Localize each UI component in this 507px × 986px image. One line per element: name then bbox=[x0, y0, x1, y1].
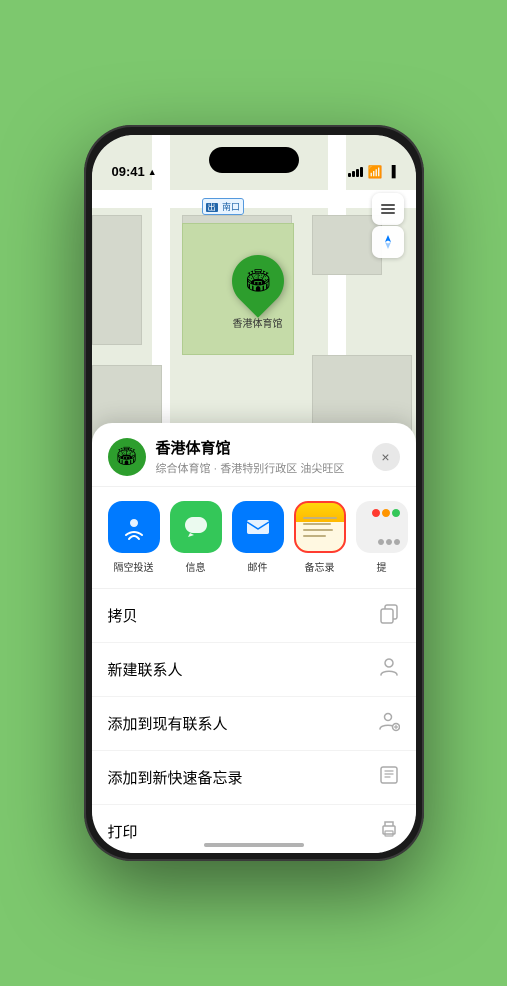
notes-label: 备忘录 bbox=[305, 559, 335, 574]
signal-bars bbox=[348, 167, 363, 177]
time-display: 09:41 bbox=[112, 164, 145, 179]
add-contact-label: 添加到现有联系人 bbox=[108, 713, 378, 734]
location-pin: 🏟 香港体育馆 bbox=[232, 255, 284, 330]
location-header-icon: 🏟 bbox=[108, 438, 146, 476]
battery-icon: ▐ bbox=[388, 166, 396, 178]
location-arrow-icon: ▲ bbox=[148, 167, 157, 177]
layers-button[interactable] bbox=[372, 193, 404, 225]
person-add-icon bbox=[378, 710, 400, 737]
airdrop-label: 隔空投送 bbox=[114, 559, 154, 574]
signal-bar-1 bbox=[348, 173, 351, 177]
action-list: 拷贝 新建联系人 bbox=[92, 589, 416, 853]
share-more[interactable]: 提 bbox=[356, 501, 408, 574]
signal-bar-2 bbox=[352, 171, 355, 177]
signal-bar-3 bbox=[356, 169, 359, 177]
road-horizontal-1 bbox=[92, 190, 416, 208]
messages-label: 信息 bbox=[186, 559, 206, 574]
location-header: 🏟 香港体育馆 综合体育馆 · 香港特别行政区 油尖旺区 × bbox=[92, 423, 416, 487]
mail-icon bbox=[232, 501, 284, 553]
more-icon bbox=[356, 501, 408, 553]
mail-label: 邮件 bbox=[248, 559, 268, 574]
location-info: 香港体育馆 综合体育馆 · 香港特别行政区 油尖旺区 bbox=[156, 437, 372, 476]
pin-inner: 🏟 bbox=[244, 268, 272, 294]
location-subtitle: 综合体育馆 · 香港特别行政区 油尖旺区 bbox=[156, 460, 372, 476]
messages-icon bbox=[170, 501, 222, 553]
status-time: 09:41 ▲ bbox=[112, 164, 157, 179]
more-label: 提 bbox=[377, 559, 387, 574]
airdrop-icon bbox=[108, 501, 160, 553]
share-mail[interactable]: 邮件 bbox=[232, 501, 284, 574]
signal-bar-4 bbox=[360, 167, 363, 177]
location-button[interactable] bbox=[372, 226, 404, 258]
status-icons: 📶 ▐ bbox=[348, 165, 396, 179]
action-new-contact[interactable]: 新建联系人 bbox=[92, 643, 416, 697]
share-row: 隔空投送 信息 bbox=[92, 487, 416, 589]
close-button[interactable]: × bbox=[372, 443, 400, 471]
phone-frame: 09:41 ▲ 📶 ▐ bbox=[84, 125, 424, 861]
print-icon bbox=[378, 818, 400, 845]
action-copy[interactable]: 拷贝 bbox=[92, 589, 416, 643]
location-name: 香港体育馆 bbox=[156, 437, 372, 458]
note-icon bbox=[378, 764, 400, 791]
copy-label: 拷贝 bbox=[108, 605, 378, 626]
share-airdrop[interactable]: 隔空投送 bbox=[108, 501, 160, 574]
quick-note-label: 添加到新快速备忘录 bbox=[108, 767, 378, 788]
share-messages[interactable]: 信息 bbox=[170, 501, 222, 574]
copy-icon bbox=[378, 602, 400, 629]
action-quick-note[interactable]: 添加到新快速备忘录 bbox=[92, 751, 416, 805]
wifi-icon: 📶 bbox=[368, 165, 383, 179]
dynamic-island bbox=[209, 147, 299, 173]
bottom-sheet: 🏟 香港体育馆 综合体育馆 · 香港特别行政区 油尖旺区 × bbox=[92, 423, 416, 853]
map-label: 出 南口 bbox=[202, 198, 245, 215]
home-indicator bbox=[204, 843, 304, 847]
pin-circle: 🏟 bbox=[221, 244, 295, 318]
phone-screen: 09:41 ▲ 📶 ▐ bbox=[92, 135, 416, 853]
map-controls bbox=[372, 193, 404, 258]
share-notes[interactable]: 备忘录 bbox=[294, 501, 346, 574]
action-add-contact[interactable]: 添加到现有联系人 bbox=[92, 697, 416, 751]
new-contact-label: 新建联系人 bbox=[108, 659, 378, 680]
building-3 bbox=[92, 215, 142, 345]
notes-icon bbox=[294, 501, 346, 553]
person-icon bbox=[378, 656, 400, 683]
print-label: 打印 bbox=[108, 821, 378, 842]
